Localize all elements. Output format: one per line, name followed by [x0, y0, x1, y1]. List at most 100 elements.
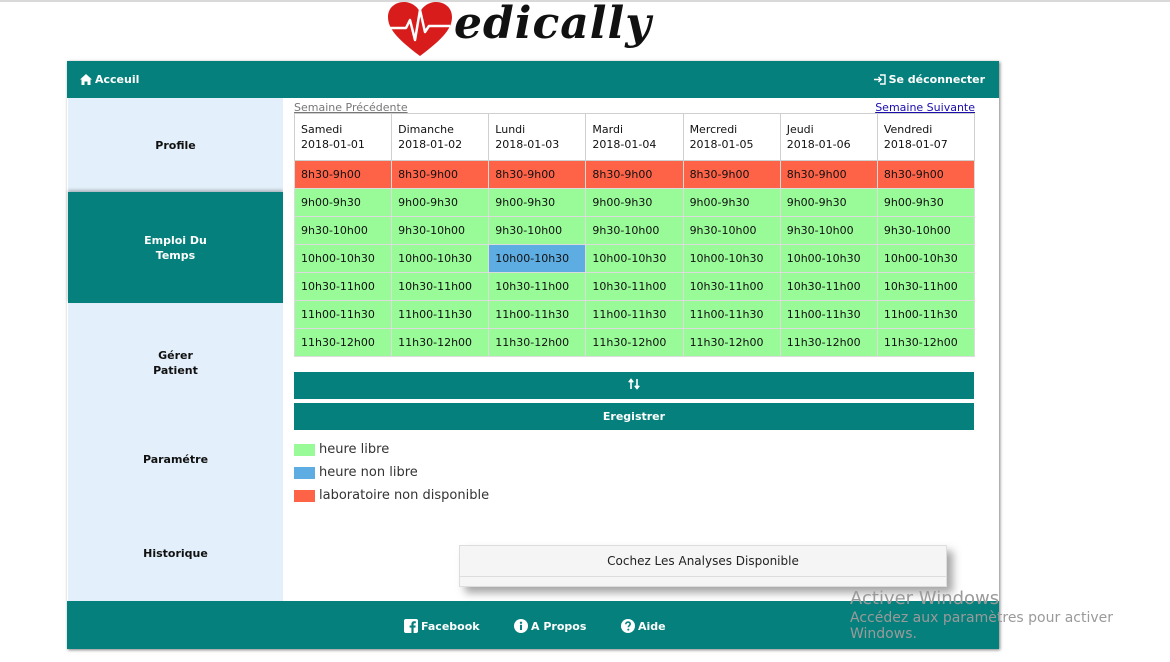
time-slot-cell[interactable]: 10h00-10h30 [682, 244, 781, 273]
time-slot-cell[interactable]: 11h00-11h30 [293, 300, 393, 329]
legend-swatch [294, 443, 315, 456]
time-slot-cell[interactable]: 11h00-11h30 [682, 300, 781, 329]
schedule-row: 10h00-10h30 10h00-10h30 10h00-10h30 10h00-1… [293, 244, 976, 273]
facebook-link[interactable]: Facebook [404, 619, 480, 633]
time-slot-cell[interactable]: 9h00-9h30 [391, 188, 490, 217]
analyses-panel: Cochez Les Analyses Disponible [459, 545, 947, 587]
time-slot-cell[interactable]: 11h00-11h30 [876, 300, 976, 329]
time-slot-cell[interactable]: 8h30-9h00 [585, 160, 684, 189]
time-slot-cell[interactable]: 10h00-10h30 [391, 244, 490, 273]
schedule-row: 9h00-9h30 9h00-9h30 9h00-9h30 9h00-9h30 9h00… [293, 188, 976, 217]
time-slot-cell[interactable]: 10h30-11h00 [876, 272, 976, 301]
time-slot-cell[interactable]: 8h30-9h00 [876, 160, 976, 189]
save-button[interactable]: Eregistrer [294, 403, 974, 430]
schedule-row: 10h30-11h00 10h30-11h00 10h30-11h00 10h30-1… [293, 272, 976, 301]
time-slot-cell[interactable]: 11h30-12h00 [293, 328, 393, 357]
sidebar-item-label: Historique [143, 547, 208, 560]
time-slot-cell[interactable]: 9h00-9h30 [779, 188, 878, 217]
time-slot-cell[interactable]: 10h00-10h30 [876, 244, 976, 273]
time-slot-cell[interactable]: 9h30-10h00 [682, 216, 781, 245]
time-slot-cell[interactable]: 8h30-9h00 [779, 160, 878, 189]
home-icon [80, 74, 92, 85]
time-slot-cell[interactable]: 10h30-11h00 [488, 272, 587, 301]
sidebar-item-patients[interactable]: Gérer Patient [68, 303, 283, 423]
time-slot-cell[interactable]: 11h30-12h00 [779, 328, 878, 357]
time-slot-cell[interactable]: 9h00-9h30 [876, 188, 976, 217]
time-slot-cell[interactable]: 8h30-9h00 [682, 160, 781, 189]
sidebar-item-label: Profile [155, 138, 196, 152]
time-slot-cell[interactable]: 8h30-9h00 [293, 160, 393, 189]
schedule-body: 8h30-9h00 8h30-9h00 8h30-9h00 8h30-9h00 8h30… [293, 160, 976, 357]
sidebar-item-history[interactable]: Historique [68, 496, 283, 611]
logout-label: Se déconnecter [888, 73, 985, 86]
time-slot-cell[interactable]: 10h00-10h30 [293, 244, 393, 273]
sort-arrows-icon [628, 378, 640, 390]
time-slot-cell[interactable]: 9h30-10h00 [488, 216, 587, 245]
sidebar-item-profile[interactable]: Profile [68, 98, 283, 192]
logo-text: edically [454, 0, 652, 49]
help-icon [621, 619, 635, 633]
schedule-row: 11h30-12h00 11h30-12h00 11h30-12h00 11h30-1… [293, 328, 976, 357]
day-header: Vendredi 2018-01-07 [876, 113, 976, 161]
time-slot-cell[interactable]: 9h30-10h00 [876, 216, 976, 245]
time-slot-cell[interactable]: 11h30-12h00 [876, 328, 976, 357]
time-slot-cell[interactable]: 11h30-12h00 [391, 328, 490, 357]
time-slot-cell[interactable]: 11h00-11h30 [779, 300, 878, 329]
day-header: Samedi 2018-01-01 [293, 113, 393, 161]
time-slot-cell[interactable]: 10h00-10h30 [779, 244, 878, 273]
app-frame: Acceuil Se déconnecter Profile Emploi Du… [67, 61, 999, 649]
schedule-row: 11h00-11h30 11h00-11h30 11h00-11h30 11h00-1… [293, 300, 976, 329]
home-link[interactable]: Acceuil [80, 73, 139, 86]
time-slot-cell[interactable]: 11h00-11h30 [488, 300, 587, 329]
main-content: Semaine Précédente Semaine Suivante Same… [283, 98, 999, 601]
time-slot-cell[interactable]: 9h00-9h30 [585, 188, 684, 217]
watermark-title: Activer Windows [850, 588, 1000, 609]
legend-item: heure libre [294, 438, 489, 461]
legend-item: heure non libre [294, 461, 489, 484]
day-header: Dimanche 2018-01-02 [391, 113, 490, 161]
heart-logo-icon [388, 2, 452, 56]
home-label: Acceuil [95, 73, 140, 86]
time-slot-cell[interactable]: 10h30-11h00 [682, 272, 781, 301]
time-slot-cell[interactable]: 10h30-11h00 [585, 272, 684, 301]
analyses-panel-title: Cochez Les Analyses Disponible [460, 546, 946, 577]
time-slot-cell[interactable]: 10h00-10h30 [585, 244, 684, 273]
time-slot-cell[interactable]: 11h00-11h30 [391, 300, 490, 329]
about-label: A Propos [531, 619, 587, 633]
legend-label: heure libre [319, 442, 390, 457]
help-link[interactable]: Aide [621, 619, 666, 633]
time-slot-cell[interactable]: 9h30-10h00 [293, 216, 393, 245]
schedule-header-row: Samedi 2018-01-01 Dimanche 2018-01-02 Lund… [293, 113, 976, 161]
windows-activation-watermark: Activer Windows Accédez aux paramètres p… [850, 588, 1170, 642]
day-header: Mardi 2018-01-04 [585, 113, 684, 161]
legend-item: laboratoire non disponible [294, 484, 489, 507]
time-slot-cell[interactable]: 10h30-11h00 [779, 272, 878, 301]
time-slot-cell[interactable]: 10h30-11h00 [391, 272, 490, 301]
about-link[interactable]: A Propos [514, 619, 586, 633]
time-slot-cell[interactable]: 11h30-12h00 [488, 328, 587, 357]
legend-label: heure non libre [319, 465, 418, 480]
time-slot-cell[interactable]: 9h00-9h30 [293, 188, 393, 217]
time-slot-cell[interactable]: 9h30-10h00 [391, 216, 490, 245]
sidebar-item-label: Emploi Du Temps [144, 233, 207, 262]
sidebar-item-label: Paramétre [142, 453, 209, 466]
time-slot-cell[interactable]: 9h30-10h00 [779, 216, 878, 245]
sidebar-item-schedule[interactable]: Emploi Du Temps [68, 192, 283, 303]
time-slot-cell[interactable]: 9h00-9h30 [682, 188, 781, 217]
logout-link[interactable]: Se déconnecter [873, 73, 985, 86]
day-header: Jeudi 2018-01-06 [779, 113, 878, 161]
day-header: Lundi 2018-01-03 [488, 113, 587, 161]
time-slot-cell[interactable]: 10h30-11h00 [293, 272, 393, 301]
sort-toggle-button[interactable] [294, 372, 974, 399]
time-slot-cell[interactable]: 10h00-10h30 [488, 244, 587, 273]
time-slot-cell[interactable]: 8h30-9h00 [488, 160, 587, 189]
legend-swatch [294, 466, 315, 479]
time-slot-cell[interactable]: 11h00-11h30 [585, 300, 684, 329]
time-slot-cell[interactable]: 9h30-10h00 [585, 216, 684, 245]
time-slot-cell[interactable]: 9h00-9h30 [488, 188, 587, 217]
time-slot-cell[interactable]: 11h30-12h00 [585, 328, 684, 357]
time-slot-cell[interactable]: 8h30-9h00 [391, 160, 490, 189]
sidebar-item-settings[interactable]: Paramétre [68, 423, 283, 496]
schedule-row: 8h30-9h00 8h30-9h00 8h30-9h00 8h30-9h00 8h30… [293, 160, 976, 189]
time-slot-cell[interactable]: 11h30-12h00 [682, 328, 781, 357]
